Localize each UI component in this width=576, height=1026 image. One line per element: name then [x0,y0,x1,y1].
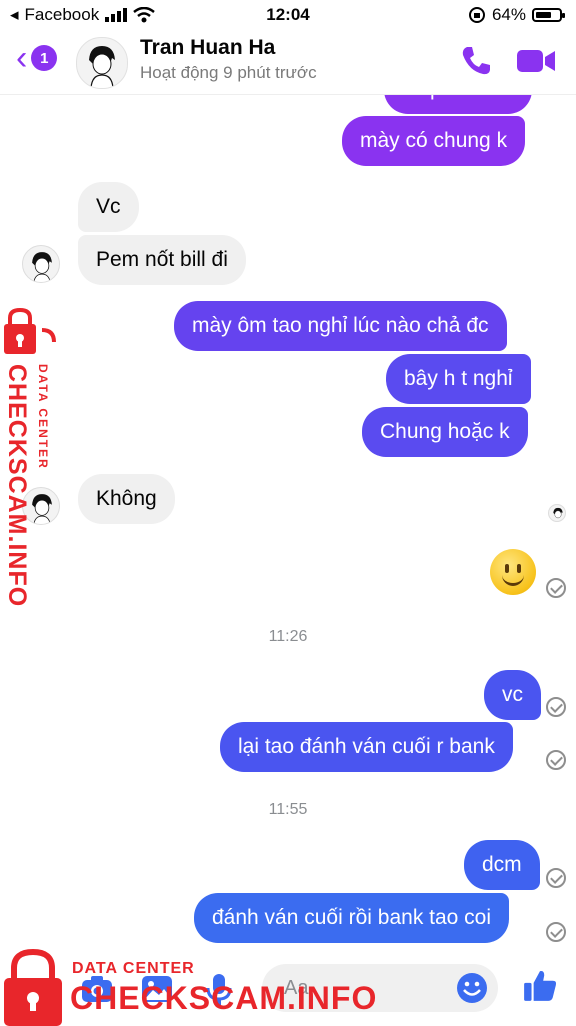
watermark-site: CHECKSCAM.INFO [70,980,378,1016]
conversation-header: ‹ 1 Tran Huan Ha Hoạt động 9 phút trước [0,30,576,95]
timestamp-divider: 11:26 [268,628,308,645]
message-outgoing[interactable]: mày có chung k [342,116,526,166]
avatar-illustration-icon [89,46,115,88]
watermark-tag: DATA CENTER [36,364,50,470]
unread-badge: 1 [31,45,58,71]
phone-icon[interactable] [458,43,494,79]
watermark-vertical: CHECKSCAM.INFO DATA CENTER [0,308,60,607]
contact-avatar[interactable] [76,37,128,89]
watermark-horizontal: DATA CENTER CHECKSCAM.INFO [0,944,576,1026]
back-button[interactable]: ‹ 1 [16,39,58,77]
avatar-illustration-icon [32,252,52,282]
checkmark-circle-icon [546,750,566,770]
message-outgoing[interactable]: mày ôm tao nghỉ lúc nào chả đc [174,301,507,351]
status-bar: ◂ Facebook 12:04 64% [0,0,576,30]
read-receipt-avatar [548,504,566,522]
message-incoming[interactable]: Không [78,474,175,524]
lock-icon [4,308,56,354]
checkmark-circle-icon [546,697,566,717]
avatar-illustration-icon [553,507,563,519]
checkmark-circle-icon [546,922,566,942]
message-outgoing[interactable]: dcm [464,840,540,890]
checkmark-circle-icon [546,868,566,888]
message-outgoing[interactable]: lại tao đánh ván cuối r bank [220,722,513,772]
status-right: 64% [468,5,565,25]
lock-icon [4,948,62,1026]
message-list[interactable]: kh pem nữa mày có chung k Vc Pem nốt bil… [0,64,576,954]
orientation-lock-icon [468,7,485,23]
message-outgoing[interactable]: Chung hoặc k [362,407,528,457]
checkmark-circle-icon [546,578,566,598]
emoji-mouth [502,571,524,586]
video-camera-icon[interactable] [516,45,556,77]
message-outgoing[interactable]: vc [484,670,541,720]
watermark-site: CHECKSCAM.INFO [3,364,31,608]
presence-status: Hoạt động 9 phút trước [140,63,317,82]
message-incoming[interactable]: Vc [78,182,139,232]
message-outgoing[interactable]: bây h t nghỉ [386,354,531,404]
battery-percent: 64% [491,5,526,24]
timestamp-divider: 11:55 [268,801,308,818]
message-incoming[interactable]: Pem nốt bill đi [78,235,246,285]
contact-name[interactable]: Tran Huan Ha [140,36,275,60]
smile-emoji-message[interactable] [490,549,536,595]
battery-icon [532,8,565,22]
watermark-tag: DATA CENTER [72,960,195,977]
contact-avatar-small [22,245,60,283]
message-outgoing[interactable]: đánh ván cuối rồi bank tao coi [194,893,510,943]
chevron-left-icon: ‹ [16,39,28,77]
